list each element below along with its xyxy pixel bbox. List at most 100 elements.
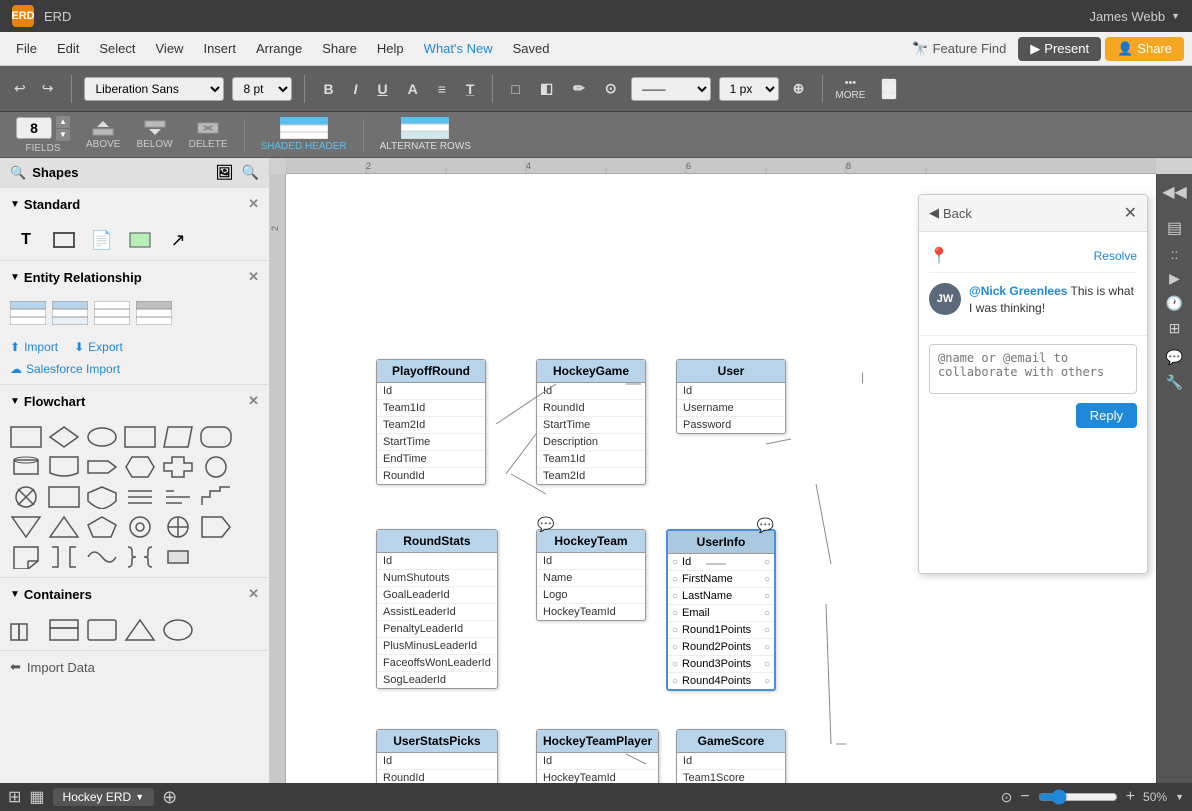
- align-left-button[interactable]: ≡: [432, 77, 452, 101]
- menu-share[interactable]: Share: [314, 37, 365, 60]
- cont5[interactable]: [162, 618, 194, 642]
- hockey-team-table[interactable]: 💬 HockeyTeam Id Name Logo HockeyTeamId: [536, 529, 646, 621]
- format-panel-icon[interactable]: ▤: [1167, 218, 1182, 238]
- close-fc-icon[interactable]: ✕: [248, 393, 259, 409]
- fit-page-icon[interactable]: ⊙: [1001, 789, 1013, 806]
- fc-brace[interactable]: [124, 545, 156, 569]
- close-comment-panel-button[interactable]: ✕: [1124, 203, 1137, 223]
- resolve-button[interactable]: Resolve: [1094, 249, 1137, 263]
- collapse-icon[interactable]: ◀◀: [1162, 182, 1187, 202]
- hockey-team-player-table[interactable]: HockeyTeamPlayer Id HockeyTeamId FirstNa…: [536, 729, 659, 783]
- fc-para[interactable]: [162, 425, 194, 449]
- cont3[interactable]: [86, 618, 118, 642]
- table-icon[interactable]: ::: [1171, 246, 1179, 262]
- layers-icon[interactable]: ⊞: [1169, 320, 1181, 337]
- line-color-button[interactable]: ✏: [567, 76, 591, 101]
- redo-button[interactable]: ↪: [36, 76, 60, 101]
- menu-insert[interactable]: Insert: [195, 37, 244, 60]
- zoom-slider[interactable]: [1038, 789, 1118, 805]
- fc-list2[interactable]: [162, 485, 194, 509]
- export-button[interactable]: ⬇ Export: [74, 340, 123, 354]
- share-button[interactable]: 👤 Share: [1105, 37, 1184, 61]
- fc-doc[interactable]: [48, 455, 80, 479]
- fields-increment[interactable]: ▲: [56, 116, 70, 128]
- fc-triangle-d[interactable]: [10, 515, 42, 539]
- menu-select[interactable]: Select: [91, 37, 143, 60]
- alternate-rows-tool[interactable]: ALTERNATE ROWS: [380, 117, 471, 152]
- fc-arrow-r[interactable]: [86, 455, 118, 479]
- sticky-shape[interactable]: 📄: [86, 228, 118, 252]
- undo-button[interactable]: ↩: [8, 76, 32, 101]
- zoom-plus-icon[interactable]: +: [1126, 788, 1135, 806]
- fc-diamond[interactable]: [48, 425, 80, 449]
- fc-rect4[interactable]: [162, 545, 194, 569]
- er-section-header[interactable]: ▼ Entity Relationship ✕: [0, 261, 269, 293]
- fc-oval[interactable]: [86, 425, 118, 449]
- shape-fill-button[interactable]: □: [505, 77, 525, 101]
- fc-squig[interactable]: [86, 545, 118, 569]
- user-stats-picks-table[interactable]: UserStatsPicks Id RoundId GoalLeaderId A…: [376, 729, 498, 783]
- fc-tri-up[interactable]: [48, 515, 80, 539]
- fc-hexagon[interactable]: [124, 455, 156, 479]
- line-style-select[interactable]: ——: [631, 77, 711, 101]
- fc-rounded[interactable]: [200, 425, 232, 449]
- list-view-icon[interactable]: ▦: [29, 787, 44, 807]
- fields-decrement[interactable]: ▼: [56, 129, 70, 141]
- present-button[interactable]: ▶ Present: [1018, 37, 1101, 61]
- bold-button[interactable]: B: [317, 77, 339, 101]
- er-table1[interactable]: [10, 301, 46, 328]
- rect-shape[interactable]: [48, 228, 80, 252]
- text-shape[interactable]: T: [10, 228, 42, 252]
- canvas-area[interactable]: 2468 2: [270, 158, 1192, 783]
- fc-note[interactable]: [10, 545, 42, 569]
- expand-button[interactable]: ⛶: [881, 78, 896, 100]
- font-size-select[interactable]: 8 pt: [232, 77, 292, 101]
- color-rect-shape[interactable]: [124, 228, 156, 252]
- round-stats-table[interactable]: RoundStats Id NumShutouts GoalLeaderId A…: [376, 529, 498, 689]
- menu-arrange[interactable]: Arrange: [248, 37, 310, 60]
- menu-whats-new[interactable]: What's New: [416, 37, 501, 60]
- import-data-row[interactable]: ⬅ Import Data: [0, 651, 269, 683]
- search-shapes-icon[interactable]: 🔍: [242, 164, 259, 181]
- fc-pentagon[interactable]: [86, 515, 118, 539]
- user-info-table[interactable]: 💬 UserInfo ○ Id ○ ○ FirstName ○ ○ LastNa…: [666, 529, 776, 691]
- menu-edit[interactable]: Edit: [49, 37, 87, 60]
- font-color-button[interactable]: A: [402, 77, 424, 101]
- salesforce-import-button[interactable]: ☁ Salesforce Import: [0, 362, 269, 384]
- add-page-button[interactable]: ⊕: [162, 787, 177, 808]
- fc-circle-x[interactable]: [10, 485, 42, 509]
- text-format-button[interactable]: T̲: [460, 77, 481, 101]
- fc-step-up[interactable]: [200, 485, 232, 509]
- flowchart-section-header[interactable]: ▼ Flowchart ✕: [0, 385, 269, 417]
- page-name-tag[interactable]: Hockey ERD ▼: [53, 788, 155, 806]
- line-width-select[interactable]: 1 px: [719, 77, 779, 101]
- fc-tag[interactable]: [200, 515, 232, 539]
- above-tool[interactable]: ABOVE: [86, 119, 120, 150]
- italic-button[interactable]: I: [348, 77, 364, 101]
- user-table[interactable]: User Id Username Password: [676, 359, 786, 434]
- fc-cylinder[interactable]: [10, 455, 42, 479]
- cont2[interactable]: [48, 618, 80, 642]
- import-button[interactable]: ⬆ Import: [10, 340, 58, 354]
- zoom-out-icon[interactable]: −: [1020, 788, 1029, 806]
- fc-circle[interactable]: [200, 455, 232, 479]
- containers-section-header[interactable]: ▼ Containers ✕: [0, 578, 269, 610]
- presentation-icon[interactable]: ▶: [1169, 270, 1180, 287]
- game-score-table[interactable]: GameScore Id Team1Score Team2Score: [676, 729, 786, 783]
- user-info[interactable]: James Webb: [1089, 9, 1180, 24]
- er-table3[interactable]: [94, 301, 130, 328]
- connector-button[interactable]: ⊕: [787, 76, 811, 101]
- fill-color-button[interactable]: ◧: [534, 76, 559, 101]
- close-standard-icon[interactable]: ✕: [248, 196, 259, 212]
- fc-cross[interactable]: [162, 455, 194, 479]
- fc-list1[interactable]: [124, 485, 156, 509]
- canvas-content[interactable]: | O O PlayoffRound Id Team1Id Team2Id St…: [286, 174, 1156, 783]
- plugin-icon[interactable]: 🔧: [1166, 374, 1183, 391]
- fc-circle2[interactable]: [124, 515, 156, 539]
- fc-plus[interactable]: [162, 515, 194, 539]
- cont4[interactable]: [124, 618, 156, 642]
- cont1[interactable]: [10, 618, 42, 642]
- er-table4[interactable]: [136, 301, 172, 328]
- standard-section-header[interactable]: ▼ Standard ✕: [0, 188, 269, 220]
- image-icon[interactable]: 🖼: [216, 164, 234, 181]
